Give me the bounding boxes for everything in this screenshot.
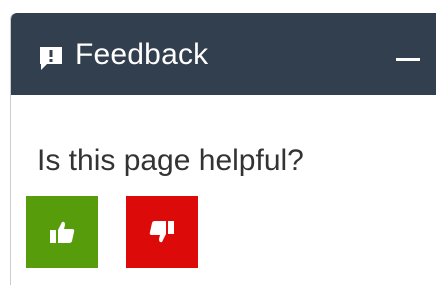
- thumbs-down-button[interactable]: [126, 196, 198, 268]
- speech-bubble-exclamation-icon: [37, 44, 65, 72]
- feedback-question: Is this page helpful?: [37, 144, 304, 177]
- thumbs-down-icon: [149, 221, 174, 243]
- thumbs-up-button[interactable]: [26, 196, 98, 268]
- feedback-title: Feedback: [75, 38, 209, 71]
- feedback-header[interactable]: Feedback: [11, 13, 436, 95]
- minus-icon: [396, 58, 420, 61]
- collapse-button[interactable]: [392, 35, 424, 75]
- thumbs-up-icon: [50, 221, 75, 243]
